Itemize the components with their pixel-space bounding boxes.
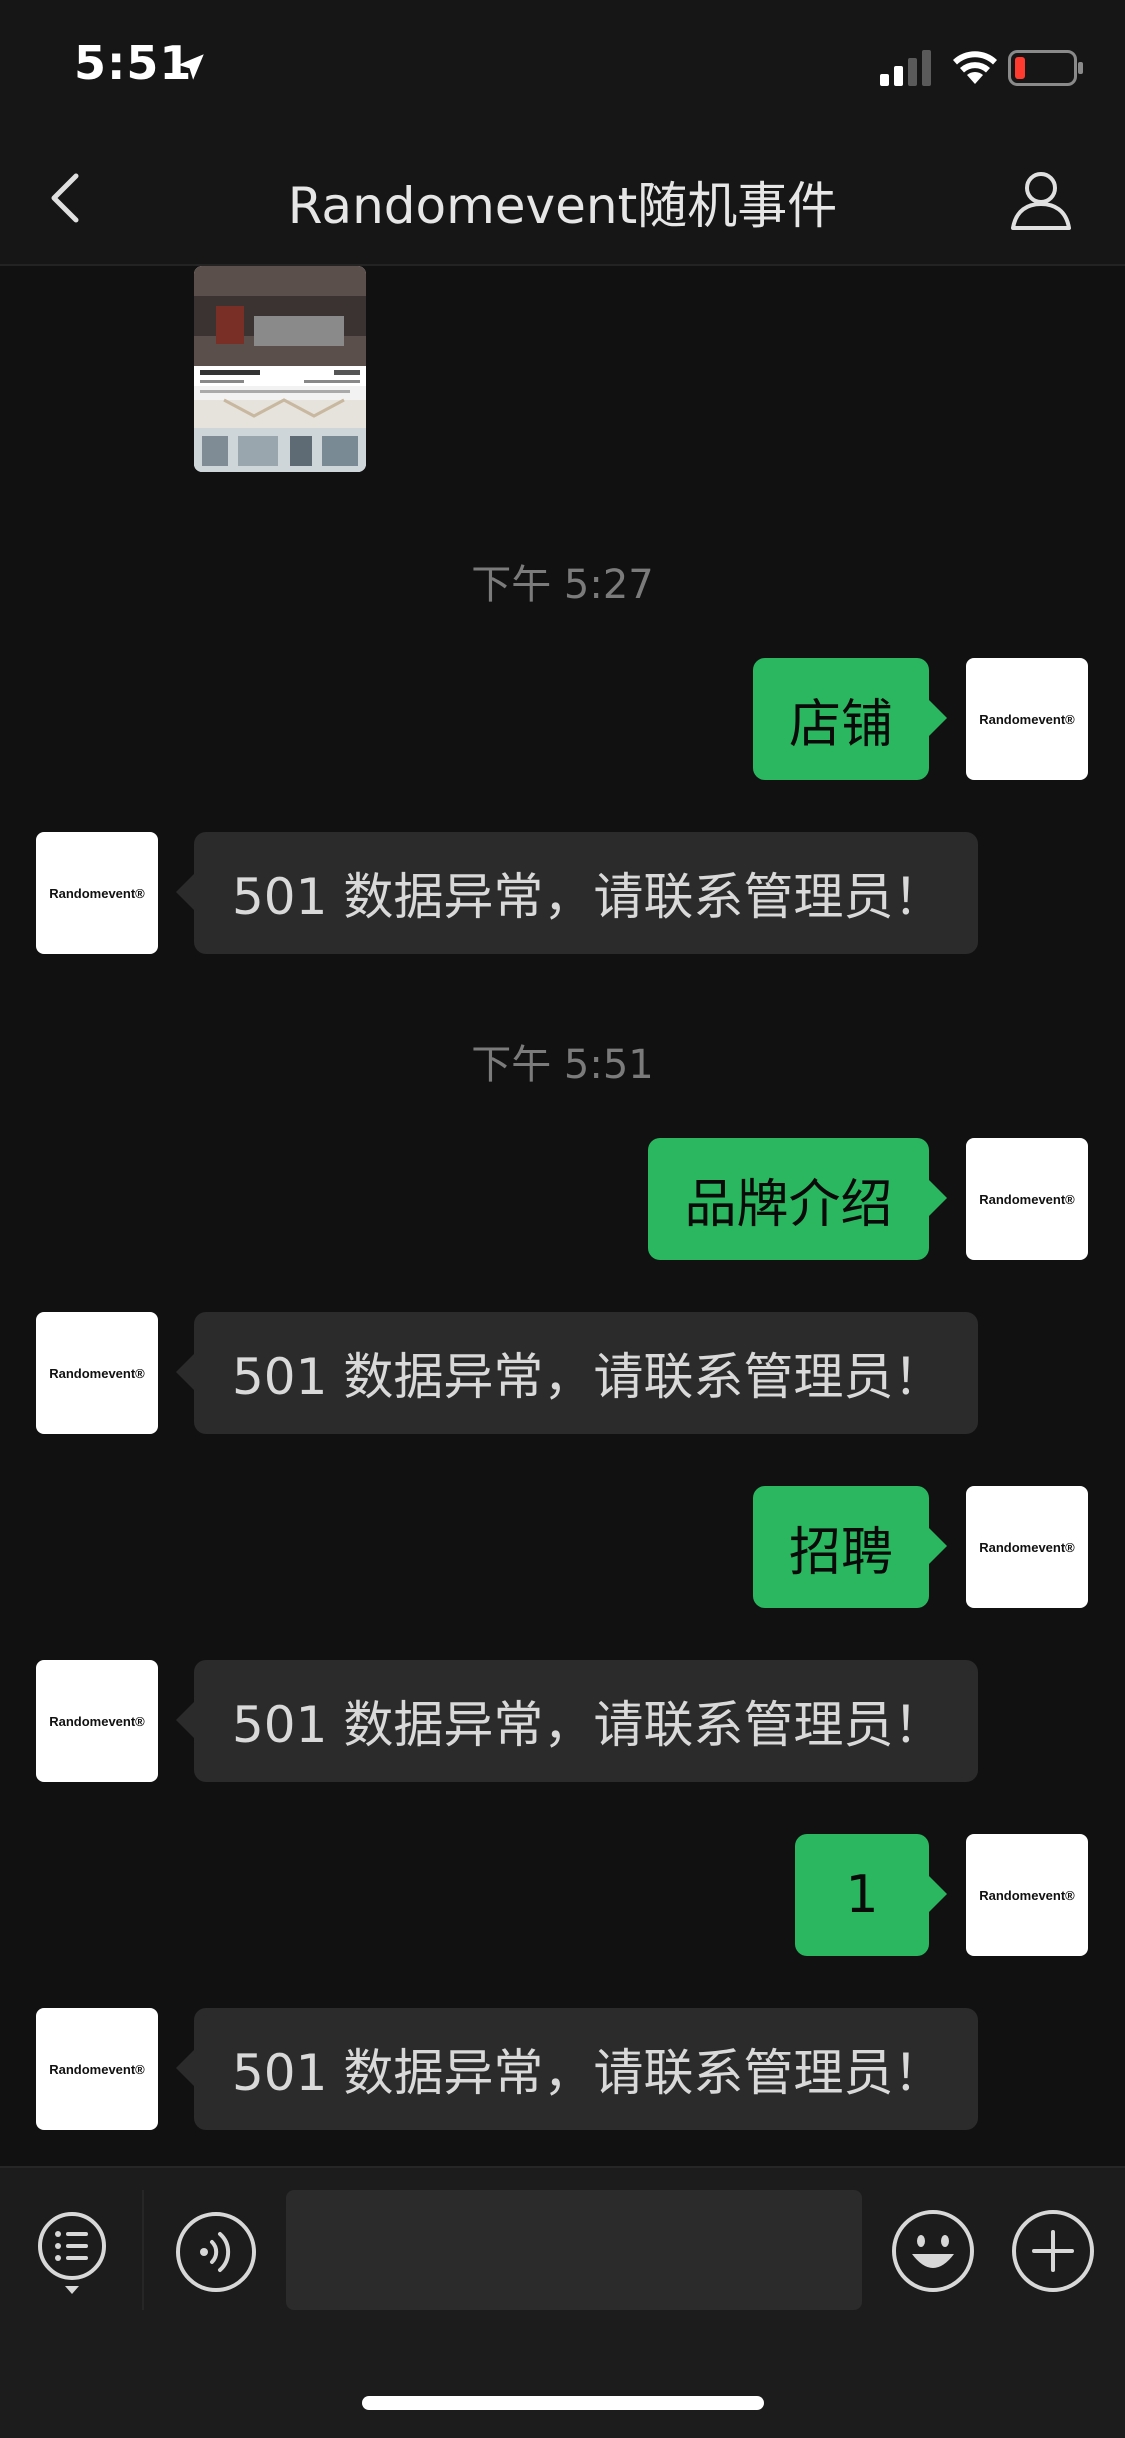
menu-list-icon[interactable] xyxy=(36,2210,108,2296)
location-arrow-icon xyxy=(178,54,204,80)
chat-title: Randomevent随机事件 xyxy=(287,177,838,235)
cellular-signal-icon xyxy=(880,50,931,86)
avatar-logo-text: Randomevent® xyxy=(979,1539,1075,1555)
wifi-icon xyxy=(953,51,997,84)
emoji-icon[interactable] xyxy=(890,2208,976,2294)
timestamp: 下午 5:27 xyxy=(471,562,654,608)
avatar-logo-text: Randomevent® xyxy=(979,711,1075,727)
avatar-logo-text: Randomevent® xyxy=(49,885,145,901)
incoming-message-bubble[interactable]: 501 数据异常，请联系管理员！ xyxy=(176,1660,978,1782)
input-divider xyxy=(142,2190,144,2310)
message-input[interactable] xyxy=(286,2190,862,2310)
contact-avatar[interactable]: Randomevent® xyxy=(36,832,158,954)
incoming-message-bubble[interactable]: 501 数据异常，请联系管理员！ xyxy=(176,2008,978,2130)
contact-avatar[interactable]: Randomevent® xyxy=(36,1660,158,1782)
outgoing-message-bubble[interactable]: 1 xyxy=(795,1834,947,1956)
self-avatar[interactable]: Randomevent® xyxy=(966,1138,1088,1260)
contact-avatar[interactable]: Randomevent® xyxy=(36,2008,158,2130)
outgoing-message-bubble[interactable]: 店铺 xyxy=(753,658,947,780)
image-message-thumbnail[interactable] xyxy=(194,266,366,472)
store-photo-image xyxy=(194,266,366,472)
home-indicator xyxy=(362,2396,764,2410)
avatar-logo-text: Randomevent® xyxy=(979,1191,1075,1207)
avatar-logo-text: Randomevent® xyxy=(49,1365,145,1381)
avatar-logo-text: Randomevent® xyxy=(49,2061,145,2077)
avatar-logo-text: Randomevent® xyxy=(979,1887,1075,1903)
self-avatar[interactable]: Randomevent® xyxy=(966,1834,1088,1956)
outgoing-message-bubble[interactable]: 招聘 xyxy=(753,1486,947,1608)
profile-icon[interactable] xyxy=(1008,166,1074,232)
incoming-message-bubble[interactable]: 501 数据异常，请联系管理员！ xyxy=(176,1312,978,1434)
chat-area[interactable]: 下午 5:27 店铺 Randomevent® Randomevent® 501… xyxy=(0,266,1125,2166)
contact-avatar[interactable]: Randomevent® xyxy=(36,1312,158,1434)
voice-icon[interactable] xyxy=(174,2210,258,2294)
incoming-message-bubble[interactable]: 501 数据异常，请联系管理员！ xyxy=(176,832,978,954)
timestamp: 下午 5:51 xyxy=(471,1042,654,1088)
avatar-logo-text: Randomevent® xyxy=(49,1713,145,1729)
self-avatar[interactable]: Randomevent® xyxy=(966,658,1088,780)
self-avatar[interactable]: Randomevent® xyxy=(966,1486,1088,1608)
outgoing-message-bubble[interactable]: 品牌介绍 xyxy=(648,1138,947,1260)
battery-low-icon xyxy=(1008,50,1083,86)
plus-more-icon[interactable] xyxy=(1010,2208,1096,2294)
